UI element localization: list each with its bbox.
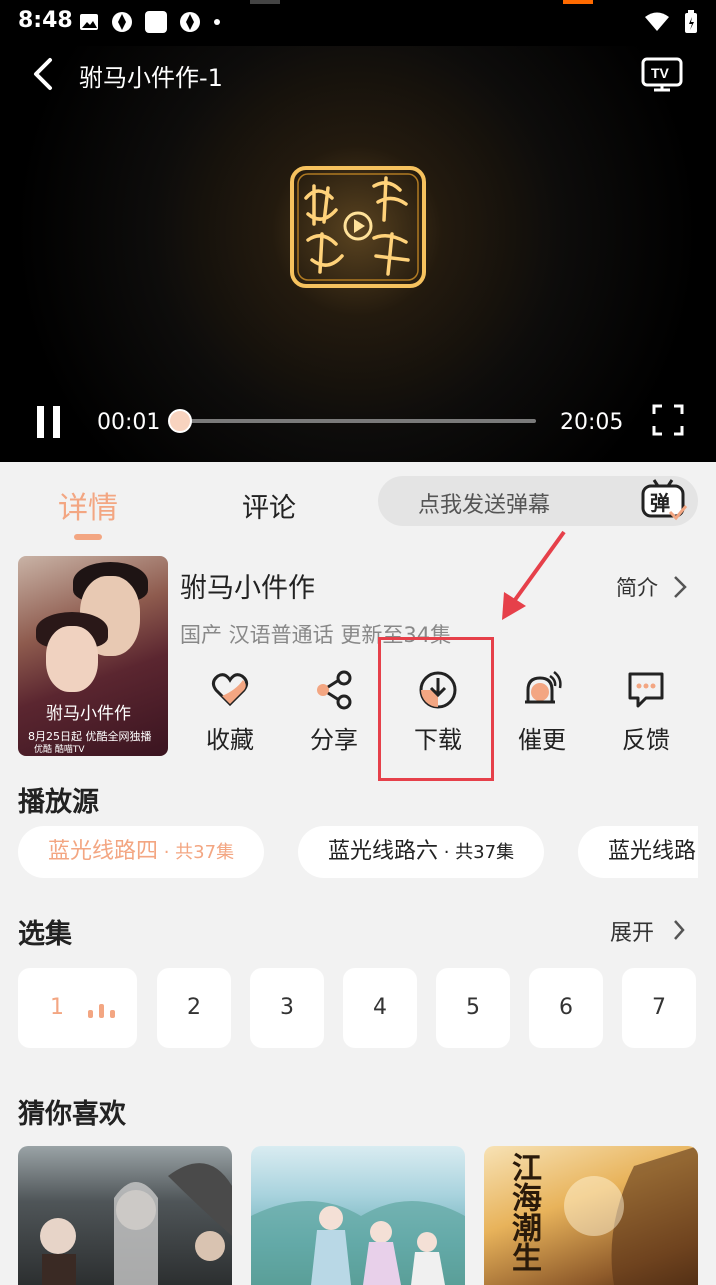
aperture-icon-2 bbox=[178, 10, 202, 38]
remind-update-button[interactable]: 催更 bbox=[490, 668, 594, 755]
feedback-icon bbox=[594, 668, 698, 712]
episode-button-5[interactable]: 5 bbox=[436, 968, 510, 1048]
video-player[interactable]: 驸马小件作-1 TV 00:01 20:05 bbox=[0, 46, 716, 462]
episode-button-2[interactable]: 2 bbox=[157, 968, 231, 1048]
wifi-icon bbox=[644, 11, 670, 37]
remind-update-label: 催更 bbox=[518, 726, 566, 754]
episode-button-1[interactable]: 1 bbox=[18, 968, 137, 1048]
highlight-box bbox=[378, 637, 494, 781]
source-name: 蓝光线路 bbox=[608, 839, 697, 864]
poster-footer: 优酷 酷喵TV bbox=[34, 745, 85, 755]
danmu-placeholder: 点我发送弹幕 bbox=[418, 493, 551, 518]
poster-figure bbox=[46, 626, 98, 692]
status-system-icons bbox=[644, 10, 698, 38]
share-label: 分享 bbox=[310, 726, 358, 754]
app-icon bbox=[144, 10, 168, 38]
episode-button-4[interactable]: 4 bbox=[343, 968, 417, 1048]
pause-icon[interactable] bbox=[35, 406, 63, 442]
source-item-more[interactable]: 蓝光线路 bbox=[578, 826, 698, 878]
notch-mark bbox=[250, 0, 280, 4]
show-title: 驸马小件作 bbox=[180, 573, 315, 604]
intro-link[interactable]: 简介 bbox=[616, 572, 658, 602]
screen: { "status_bar": { "time": "8:48" }, "pla… bbox=[0, 0, 716, 1285]
source-name: 蓝光线路六 bbox=[328, 839, 439, 864]
svg-text:TV: TV bbox=[651, 65, 670, 81]
status-time: 8:48 bbox=[18, 8, 73, 33]
playing-bars-icon bbox=[88, 1004, 115, 1018]
recommend-poster-art bbox=[251, 1201, 465, 1285]
dot-icon bbox=[212, 10, 222, 38]
episode-button-3[interactable]: 3 bbox=[250, 968, 324, 1048]
watermark-logo-icon bbox=[288, 164, 428, 294]
tab-comments[interactable]: 评论 bbox=[242, 486, 296, 525]
poster-title: 驸马小件作 bbox=[46, 704, 131, 724]
recommend-card-2[interactable] bbox=[251, 1146, 465, 1285]
feedback-button[interactable]: 反馈 bbox=[594, 668, 698, 755]
battery-icon bbox=[684, 10, 698, 38]
recommend-card-3[interactable]: 江海潮生 bbox=[484, 1146, 698, 1285]
notch-mark-orange bbox=[563, 0, 593, 4]
svg-text:弹: 弹 bbox=[650, 491, 670, 515]
status-notification-icons bbox=[78, 10, 222, 38]
progress-track[interactable] bbox=[180, 419, 536, 423]
danmu-input[interactable]: 点我发送弹幕 弹 bbox=[378, 476, 698, 526]
current-time: 00:01 bbox=[97, 410, 161, 435]
image-icon bbox=[78, 11, 100, 37]
source-count: · 共37集 bbox=[158, 842, 235, 863]
bell-icon bbox=[490, 668, 594, 712]
chevron-right-icon[interactable] bbox=[672, 574, 688, 604]
back-arrow-icon[interactable] bbox=[30, 56, 58, 96]
recommend-poster-art bbox=[40, 1163, 232, 1285]
episode-number: 1 bbox=[50, 995, 64, 1020]
episode-button-7[interactable]: 7 bbox=[622, 968, 696, 1048]
fullscreen-icon[interactable] bbox=[652, 404, 684, 440]
favorite-button[interactable]: 收藏 bbox=[178, 668, 282, 755]
share-icon bbox=[282, 668, 386, 712]
duration-time: 20:05 bbox=[560, 410, 624, 435]
heart-icon bbox=[178, 668, 282, 712]
share-button[interactable]: 分享 bbox=[282, 668, 386, 755]
recommend-poster-art bbox=[564, 1146, 698, 1285]
source-list: 蓝光线路四 · 共37集 蓝光线路六 · 共37集 蓝光线路 bbox=[18, 826, 698, 880]
feedback-label: 反馈 bbox=[622, 726, 670, 754]
episode-button-6[interactable]: 6 bbox=[529, 968, 603, 1048]
cast-tv-icon[interactable]: TV bbox=[640, 54, 684, 98]
annotation-arrow bbox=[490, 528, 572, 632]
show-poster[interactable]: 驸马小件作 8月25日起 优酷全网独播 优酷 酷喵TV bbox=[18, 556, 168, 756]
status-bar: 8:48 bbox=[0, 0, 716, 46]
danmu-toggle-icon[interactable]: 弹 bbox=[640, 478, 688, 528]
source-item-6[interactable]: 蓝光线路六 · 共37集 bbox=[298, 826, 545, 878]
sources-title: 播放源 bbox=[18, 787, 99, 818]
episodes-title: 选集 bbox=[18, 919, 72, 950]
chevron-right-icon[interactable] bbox=[672, 918, 686, 946]
recommend-card-1[interactable] bbox=[18, 1146, 232, 1285]
progress-thumb[interactable] bbox=[168, 409, 193, 433]
aperture-icon bbox=[110, 10, 134, 38]
tab-detail[interactable]: 详情 bbox=[58, 483, 118, 527]
expand-link[interactable]: 展开 bbox=[610, 915, 654, 947]
source-name: 蓝光线路四 bbox=[48, 839, 159, 864]
source-count: · 共37集 bbox=[438, 842, 515, 863]
tab-active-indicator bbox=[74, 534, 102, 540]
recommend-title: 猜你喜欢 bbox=[18, 1099, 126, 1130]
source-item-4[interactable]: 蓝光线路四 · 共37集 bbox=[18, 826, 265, 878]
favorite-label: 收藏 bbox=[206, 726, 254, 754]
video-title: 驸马小件作-1 bbox=[79, 64, 223, 92]
